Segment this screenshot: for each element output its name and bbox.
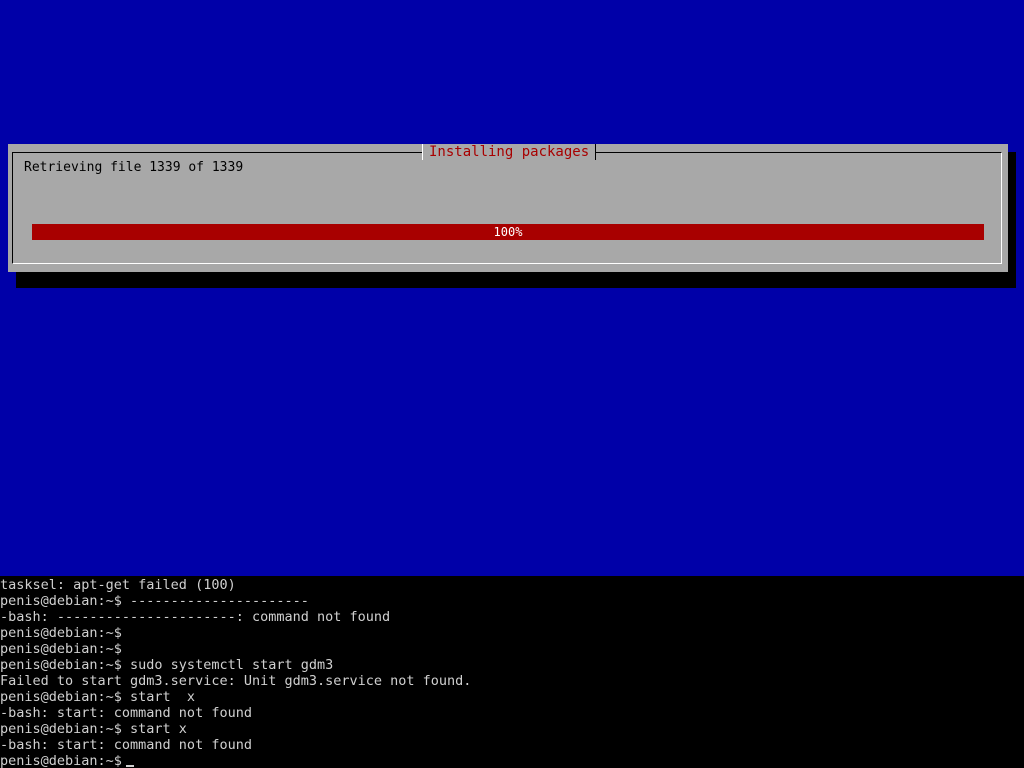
- dialog-title: Installing packages: [422, 144, 597, 160]
- terminal-line: -bash: start: command not found: [0, 737, 252, 753]
- terminal-line: penis@debian:~$ sudo systemctl start gdm…: [0, 657, 334, 673]
- progress-bar: 100%: [32, 224, 984, 240]
- terminal-line: penis@debian:~$ ----------------------: [0, 593, 309, 609]
- terminal-line: penis@debian:~$: [0, 625, 122, 641]
- terminal-line: penis@debian:~$ start x: [0, 689, 196, 705]
- installing-packages-dialog: Installing packages Retrieving file 1339…: [8, 144, 1008, 272]
- terminal-line: tasksel: apt-get failed (100): [0, 577, 236, 593]
- terminal-line: penis@debian:~$ start x: [0, 721, 187, 737]
- progress-label: 100%: [493, 225, 523, 239]
- terminal-line: -bash: ----------------------: command n…: [0, 609, 391, 625]
- status-text: Retrieving file 1339 of 1339: [24, 160, 244, 175]
- terminal-console[interactable]: tasksel: apt-get failed (100) penis@debi…: [0, 576, 1024, 768]
- terminal-prompt-line[interactable]: penis@debian:~$: [0, 753, 1024, 768]
- terminal-prompt: penis@debian:~$: [0, 753, 122, 768]
- terminal-line: Failed to start gdm3.service: Unit gdm3.…: [0, 673, 472, 689]
- terminal-line: -bash: start: command not found: [0, 705, 252, 721]
- installer-screen: [0, 0, 1024, 576]
- terminal-line: penis@debian:~$: [0, 641, 122, 657]
- text-cursor: [125, 765, 134, 767]
